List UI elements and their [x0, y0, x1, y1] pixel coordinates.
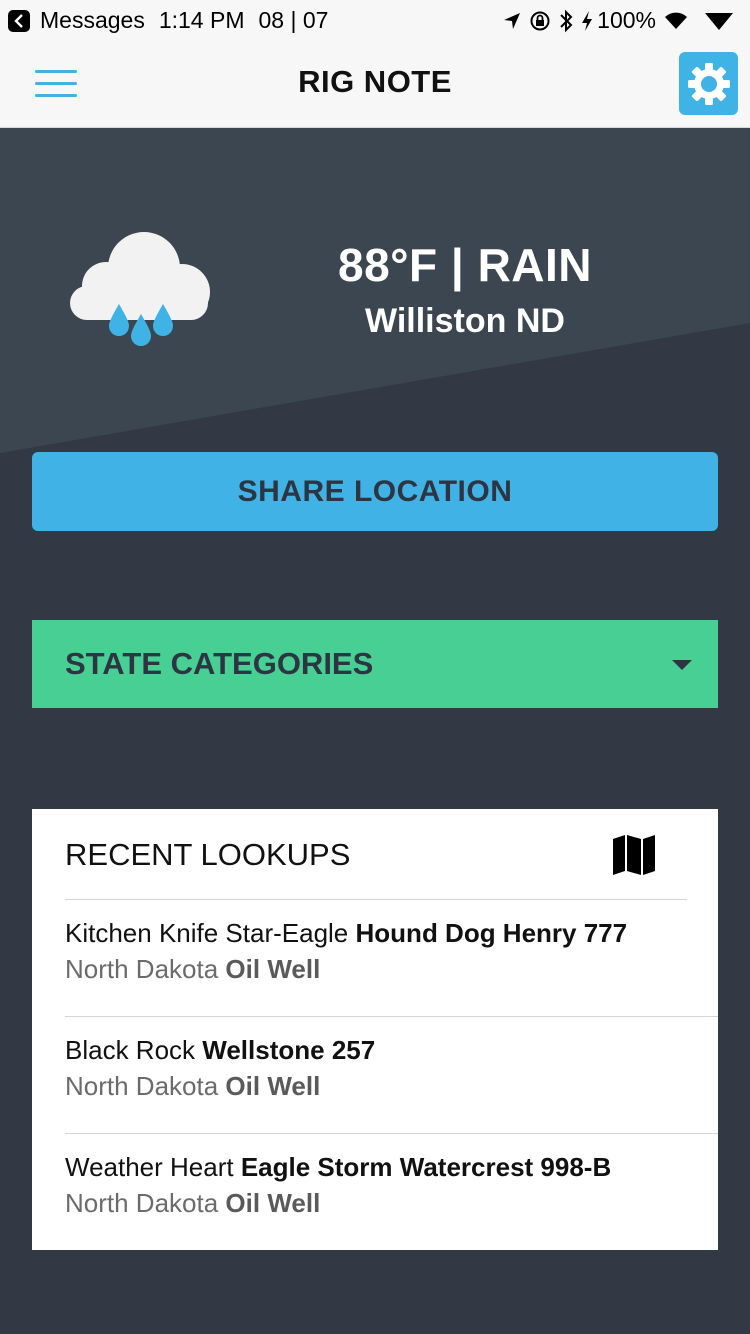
lookup-state: North Dakota	[65, 954, 219, 984]
status-right: 100%	[495, 7, 734, 34]
list-item[interactable]: Kitchen Knife Star-Eagle Hound Dog Henry…	[65, 900, 718, 1017]
gear-icon	[687, 62, 730, 105]
map-icon[interactable]	[612, 834, 656, 876]
page-title: RIG NOTE	[298, 64, 452, 99]
recent-lookups-title: RECENT LOOKUPS	[65, 837, 351, 872]
share-location-button[interactable]: SHARE LOCATION	[32, 452, 718, 531]
lookup-type: Oil Well	[225, 954, 321, 984]
lookup-type: Oil Well	[225, 1188, 321, 1218]
share-location-label: SHARE LOCATION	[237, 474, 513, 508]
lookup-type: Oil Well	[225, 1071, 321, 1101]
list-item[interactable]: Weather Heart Eagle Storm Watercrest 998…	[65, 1134, 718, 1251]
charging-icon	[582, 10, 593, 31]
status-time: 1:14 PM	[158, 7, 245, 33]
list-item[interactable]: Black Rock Wellstone 257 North Dakota Oi…	[65, 1017, 718, 1134]
status-date: 08 | 07	[258, 7, 329, 33]
caret-down-icon	[672, 660, 692, 670]
state-categories-dropdown[interactable]: STATE CATEGORIES	[32, 620, 718, 708]
bluetooth-icon	[560, 9, 573, 32]
app-header: RIG NOTE	[0, 42, 750, 128]
battery-percent: 100%	[597, 7, 656, 33]
lookup-state: North Dakota	[65, 1071, 219, 1101]
settings-button[interactable]	[679, 52, 738, 115]
signal-icon	[705, 12, 733, 30]
state-categories-label: STATE CATEGORIES	[65, 646, 374, 681]
status-left: Messages 1:14 PM 08 | 07	[8, 7, 342, 34]
lookup-name: Eagle Storm Watercrest 998-B	[240, 1152, 612, 1182]
back-app-label[interactable]: Messages	[40, 7, 145, 34]
status-bar: Messages 1:14 PM 08 | 07 100%	[0, 0, 750, 42]
rotation-lock-icon	[530, 11, 550, 30]
location-arrow-icon	[504, 12, 521, 29]
temperature-condition: 88°F | RAIN	[337, 239, 593, 291]
wifi-icon	[665, 12, 687, 29]
weather-location: Williston ND	[365, 302, 565, 340]
lookup-operator: Weather Heart	[65, 1152, 234, 1182]
lookup-name: Hound Dog Henry 777	[355, 918, 628, 948]
weather-panel: 88°F | RAIN Williston ND	[0, 128, 750, 458]
lookup-operator: Kitchen Knife Star-Eagle	[65, 918, 349, 948]
lookup-name: Wellstone 257	[202, 1035, 376, 1065]
rain-cloud-icon	[70, 232, 210, 346]
recent-lookups-card: RECENT LOOKUPS Kitchen Knife Star-Eagle …	[32, 809, 718, 1250]
lookup-state: North Dakota	[65, 1188, 219, 1218]
back-icon[interactable]	[8, 9, 30, 32]
lookup-operator: Black Rock	[65, 1035, 196, 1065]
